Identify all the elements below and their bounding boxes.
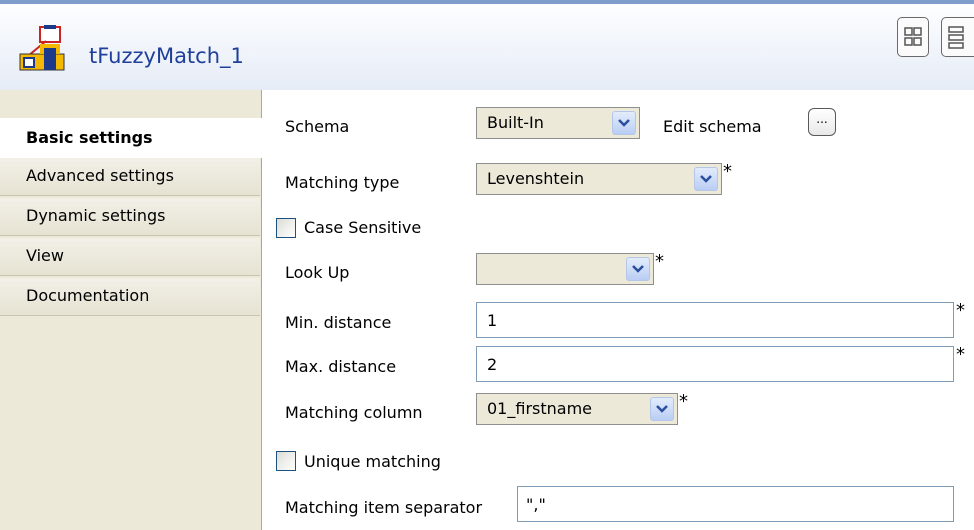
required-marker: * xyxy=(956,344,965,365)
matching-type-select[interactable]: Levenshtein xyxy=(476,163,722,195)
grid-layout-icon xyxy=(904,27,922,46)
matching-column-select[interactable]: 01_firstname xyxy=(476,393,678,425)
required-marker: * xyxy=(956,300,965,321)
max-distance-label: Max. distance xyxy=(285,357,397,376)
separator-value: "," xyxy=(526,495,546,514)
edit-schema-button[interactable]: ... xyxy=(808,108,836,136)
schema-select[interactable]: Built-In xyxy=(476,107,640,139)
settings-sidebar: Basic settings Advanced settings Dynamic… xyxy=(0,90,262,530)
separator-field[interactable]: "," xyxy=(517,486,954,522)
tab-basic-settings[interactable]: Basic settings xyxy=(0,118,262,158)
grid-layout-button[interactable] xyxy=(897,17,929,57)
required-marker: * xyxy=(679,391,688,412)
unique-matching-label: Unique matching xyxy=(304,452,441,471)
tab-dynamic-settings[interactable]: Dynamic settings xyxy=(0,198,260,236)
look-up-label: Look Up xyxy=(285,263,350,282)
case-sensitive-checkbox[interactable] xyxy=(276,218,296,238)
case-sensitive-label: Case Sensitive xyxy=(304,218,422,237)
schema-value: Built-In xyxy=(487,113,544,132)
min-distance-value: 1 xyxy=(487,311,498,330)
max-distance-field[interactable]: 2 xyxy=(476,346,954,382)
separator-label: Matching item separator xyxy=(285,498,483,517)
schema-label: Schema xyxy=(285,117,350,136)
unique-matching-checkbox[interactable] xyxy=(276,451,296,471)
chevron-down-icon[interactable] xyxy=(650,397,674,421)
min-distance-label: Min. distance xyxy=(285,313,392,332)
sidebar-top-strip xyxy=(0,90,260,118)
header-border xyxy=(0,0,974,4)
tfuzzymatch-component-icon xyxy=(18,24,68,74)
look-up-select[interactable] xyxy=(476,253,654,285)
chevron-down-icon[interactable] xyxy=(694,167,718,191)
required-marker: * xyxy=(655,251,664,272)
tab-documentation[interactable]: Documentation xyxy=(0,278,260,316)
matching-type-value: Levenshtein xyxy=(487,169,585,188)
tab-view[interactable]: View xyxy=(0,238,260,276)
tab-advanced-settings[interactable]: Advanced settings xyxy=(0,158,260,196)
chevron-down-icon[interactable] xyxy=(626,257,650,281)
matching-column-label: Matching column xyxy=(285,403,423,422)
required-marker: * xyxy=(723,161,732,182)
max-distance-value: 2 xyxy=(487,355,498,374)
min-distance-field[interactable]: 1 xyxy=(476,302,954,338)
component-title: tFuzzyMatch_1 xyxy=(89,44,244,68)
edit-schema-label: Edit schema xyxy=(663,117,762,136)
chevron-down-icon[interactable] xyxy=(612,111,636,135)
list-layout-icon xyxy=(948,26,964,49)
matching-column-value: 01_firstname xyxy=(487,399,592,418)
list-layout-button[interactable] xyxy=(941,17,974,57)
component-header: tFuzzyMatch_1 xyxy=(0,0,974,90)
matching-type-label: Matching type xyxy=(285,173,400,192)
